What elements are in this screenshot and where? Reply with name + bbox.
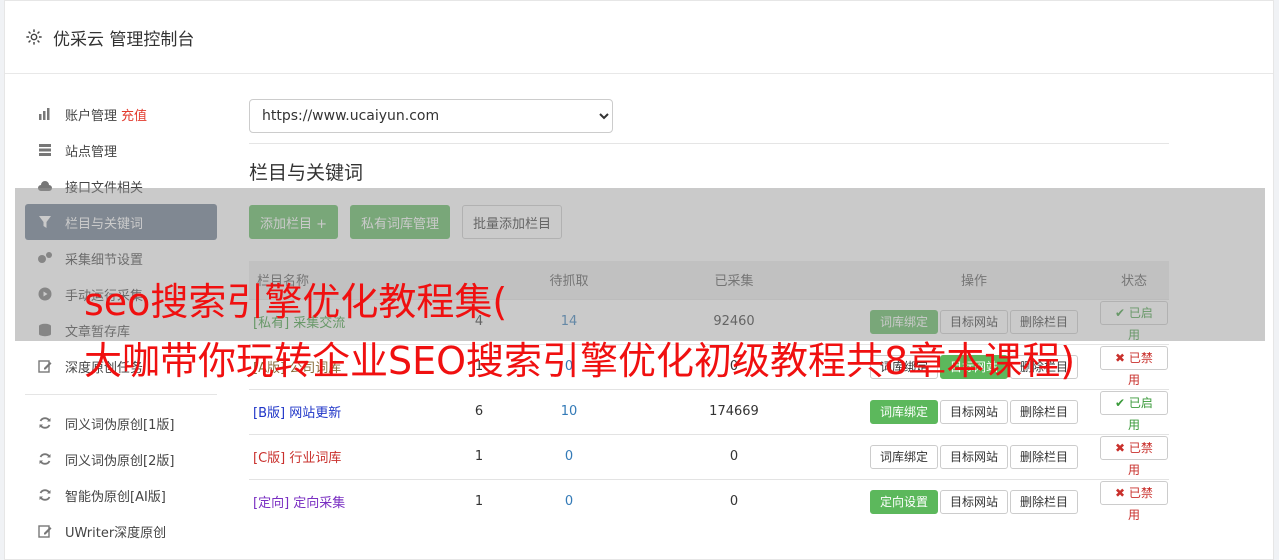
refresh-icon: [37, 415, 53, 431]
target-site-button[interactable]: 目标网站: [939, 489, 1008, 514]
sidebar-item-uwriter[interactable]: UWriter深度原创: [25, 513, 217, 549]
sidebar-divider: [25, 394, 217, 395]
collected-count: 0: [619, 478, 849, 524]
table-row: [C版] 行业词库 1 0 0 词库绑定 目标网站 删除栏目 ✖ 已禁用: [249, 433, 1169, 479]
column-link[interactable]: [定向] 定向采集: [253, 496, 345, 511]
column-tag: [定向]: [253, 496, 290, 511]
watermark-line-1: seo搜索引擎优化教程集(: [84, 280, 508, 324]
keyword-count: 6: [439, 388, 519, 434]
sidebar-item-label: 站点管理: [65, 144, 118, 160]
sidebar-item-label: 智能伪原创[AI版]: [65, 489, 166, 505]
directional-settings-button[interactable]: 定向设置: [869, 489, 938, 514]
sidebar-item-label: 账户管理: [65, 108, 118, 124]
sidebar-item-sites[interactable]: 站点管理: [25, 132, 217, 168]
delete-column-button[interactable]: 删除栏目: [1010, 399, 1079, 424]
column-tag: [B版]: [253, 406, 286, 421]
bind-lib-button[interactable]: 词库绑定: [869, 399, 938, 424]
column-link[interactable]: [C版] 行业词库: [253, 451, 341, 466]
sidebar-item-ai-original[interactable]: 智能伪原创[AI版]: [25, 477, 217, 513]
edit-icon: [37, 523, 53, 539]
target-site-button[interactable]: 目标网站: [939, 399, 1008, 424]
pending-count[interactable]: 10: [519, 388, 619, 434]
status-label: 已禁用: [1127, 440, 1153, 477]
status-disabled-button[interactable]: ✖ 已禁用: [1100, 435, 1168, 477]
gear-icon: [26, 29, 42, 45]
bar-chart-icon: [37, 106, 53, 122]
sidebar-item-label: UWriter深度原创: [65, 525, 167, 541]
site-select[interactable]: https://www.ucaiyun.com: [249, 99, 613, 133]
delete-column-button[interactable]: 删除栏目: [1010, 444, 1079, 469]
watermark-line-2: 大咖带你玩转企业SEO搜索引擎优化初级教程共8章本课程): [84, 339, 1076, 383]
delete-column-button[interactable]: 删除栏目: [1010, 489, 1079, 514]
column-tag: [C版]: [253, 451, 286, 466]
column-name: 行业词库: [289, 451, 342, 466]
refresh-icon: [37, 451, 53, 467]
page-header: 优采云 管理控制台: [5, 1, 1273, 74]
recharge-link[interactable]: 充值: [121, 105, 147, 124]
table-row: [定向] 定向采集 1 0 0 定向设置 目标网站 删除栏目 ✖ 已禁用: [249, 478, 1169, 524]
section-title: 栏目与关键词: [249, 162, 364, 184]
sidebar-item-account[interactable]: 账户管理 充值: [25, 96, 217, 132]
status-disabled-button[interactable]: ✖ 已禁用: [1100, 480, 1168, 522]
bind-lib-button[interactable]: 词库绑定: [869, 444, 938, 469]
target-site-button[interactable]: 目标网站: [939, 444, 1008, 469]
sidebar-item-label: 同义词伪原创[1版]: [65, 417, 175, 433]
page-title: 优采云 管理控制台: [53, 29, 195, 50]
edit-icon: [37, 358, 53, 374]
divider: [249, 143, 1169, 144]
status-disabled-button[interactable]: ✖ 已禁用: [1100, 345, 1168, 387]
keyword-count: 1: [439, 433, 519, 479]
collected-count: 0: [619, 433, 849, 479]
collected-count: 174669: [619, 388, 849, 434]
status-label: 已禁用: [1127, 350, 1153, 387]
pending-count[interactable]: 0: [519, 433, 619, 479]
server-icon: [37, 142, 53, 158]
sidebar-item-synonym-v2[interactable]: 同义词伪原创[2版]: [25, 441, 217, 477]
refresh-icon: [37, 487, 53, 503]
sidebar-item-synonym-v1[interactable]: 同义词伪原创[1版]: [25, 405, 217, 441]
column-name: 定向采集: [293, 496, 346, 511]
table-row: [B版] 网站更新 6 10 174669 词库绑定 目标网站 删除栏目 ✔ 已启用: [249, 388, 1169, 434]
pending-count[interactable]: 0: [519, 478, 619, 524]
status-label: 已启用: [1127, 395, 1153, 432]
column-link[interactable]: [B版] 网站更新: [253, 406, 341, 421]
keyword-count: 1: [439, 478, 519, 524]
status-label: 已禁用: [1127, 485, 1153, 522]
status-enabled-button[interactable]: ✔ 已启用: [1100, 390, 1168, 432]
sidebar-item-label: 同义词伪原创[2版]: [65, 453, 175, 469]
column-name: 网站更新: [289, 406, 342, 421]
